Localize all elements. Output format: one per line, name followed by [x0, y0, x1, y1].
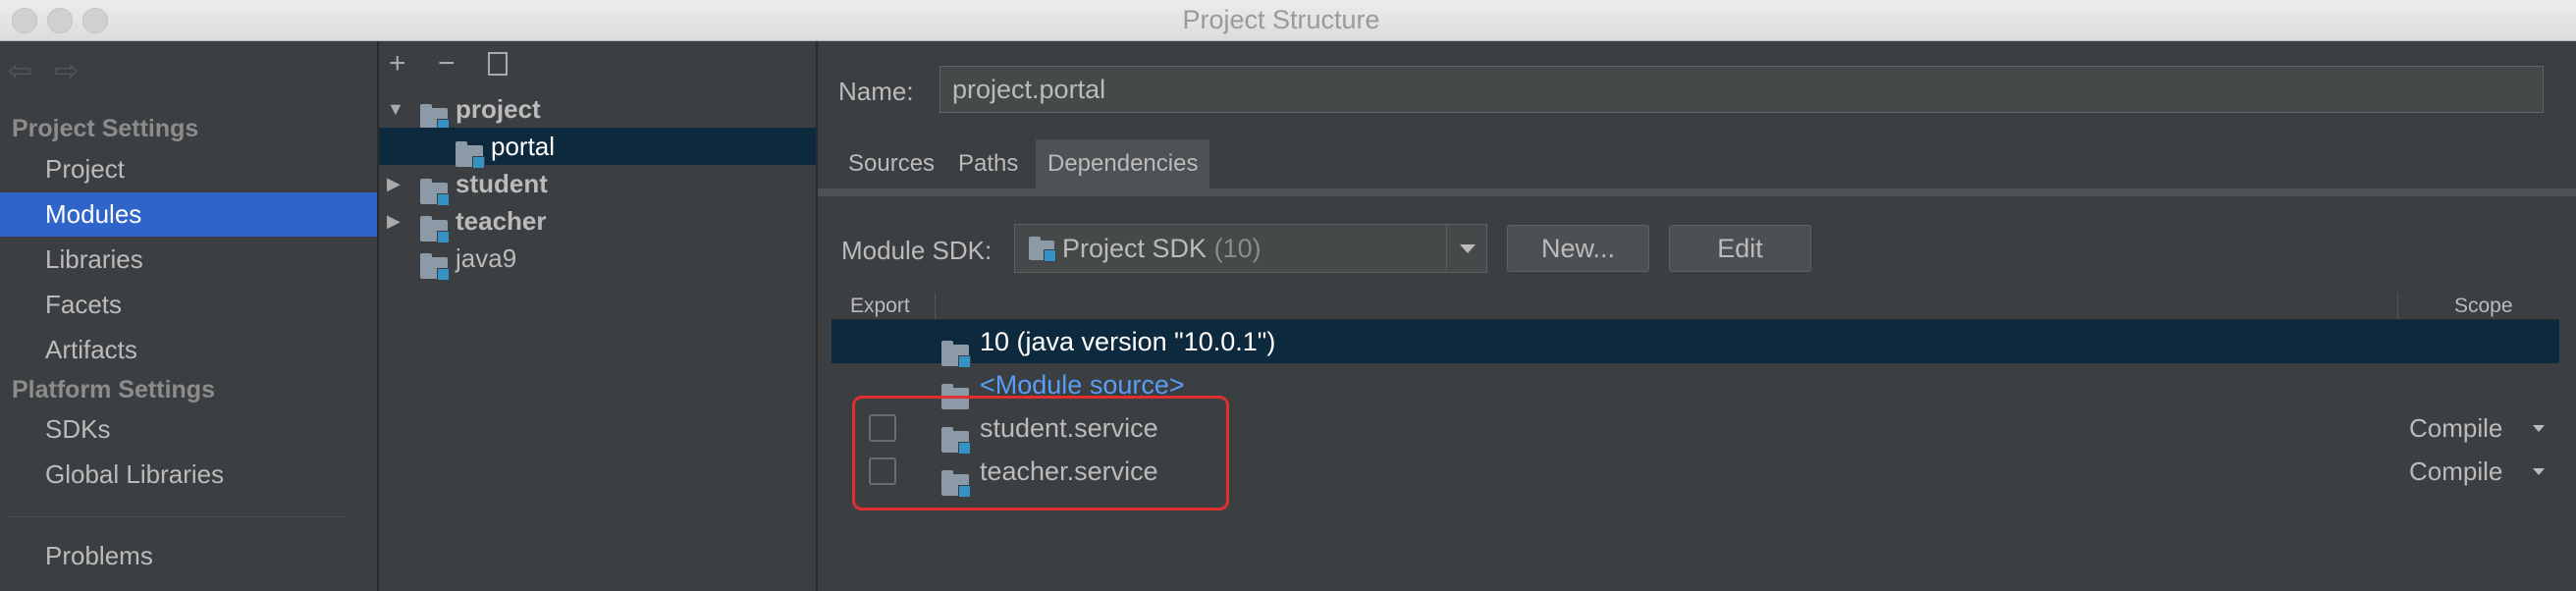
module-folder-icon: [420, 216, 450, 244]
sidebar-item-libraries[interactable]: Libraries: [0, 238, 377, 282]
project-settings-header: Project Settings: [12, 115, 199, 142]
sidebar-item-problems[interactable]: Problems: [0, 534, 377, 578]
tab-sources[interactable]: Sources: [836, 139, 946, 188]
edit-sdk-button[interactable]: Edit: [1669, 225, 1811, 272]
forward-arrow-icon[interactable]: ⇨: [54, 54, 79, 88]
export-column-header[interactable]: Export: [850, 295, 910, 318]
chevron-down-icon[interactable]: [2533, 425, 2545, 432]
tree-node-teacher[interactable]: ▶ teacher: [379, 202, 816, 244]
tab-dependencies[interactable]: Dependencies: [1036, 139, 1210, 188]
remove-module-icon[interactable]: −: [438, 47, 456, 81]
tree-node-java9[interactable]: java9: [379, 240, 816, 282]
tab-strip-underline: [818, 188, 2576, 196]
tree-node-student[interactable]: ▶ student: [379, 165, 816, 207]
sdk-version: (10): [1213, 234, 1261, 263]
chevron-down-icon[interactable]: [1446, 225, 1488, 272]
module-name-field[interactable]: project.portal: [939, 66, 2544, 113]
sidebar-item-global-libraries[interactable]: Global Libraries: [0, 453, 377, 497]
back-arrow-icon[interactable]: ⇦: [8, 54, 32, 88]
sdk-folder-icon: [1029, 236, 1056, 262]
column-separator: [935, 293, 936, 319]
column-separator: [2397, 293, 2398, 319]
dependencies-table-header: [832, 292, 2559, 320]
module-folder-icon: [420, 104, 450, 133]
collapsed-arrow-icon[interactable]: ▶: [387, 165, 401, 202]
sidebar-item-project[interactable]: Project: [0, 147, 377, 191]
module-folder-icon: [420, 253, 450, 282]
new-sdk-button[interactable]: New...: [1507, 225, 1649, 272]
highlight-annotation-box: [852, 396, 1229, 510]
add-module-icon[interactable]: +: [389, 47, 406, 81]
chevron-down-icon[interactable]: [2533, 468, 2545, 475]
expanded-arrow-icon[interactable]: ▼: [387, 90, 404, 128]
sidebar-divider: [10, 516, 344, 517]
sdk-value: Project SDK: [1062, 234, 1208, 263]
scope-dropdown[interactable]: Compile: [2409, 406, 2502, 450]
platform-settings-header: Platform Settings: [12, 376, 215, 403]
tree-node-project[interactable]: ▼ project: [379, 90, 816, 133]
copy-module-icon[interactable]: [488, 52, 508, 76]
sidebar-item-facets[interactable]: Facets: [0, 283, 377, 327]
sidebar-item-artifacts[interactable]: Artifacts: [0, 328, 377, 372]
module-folder-icon: [420, 179, 450, 207]
scope-column-header[interactable]: Scope: [2454, 295, 2513, 318]
module-sdk-dropdown[interactable]: Project SDK (10): [1014, 224, 1487, 273]
tab-paths[interactable]: Paths: [946, 139, 1030, 188]
tree-node-portal[interactable]: portal: [379, 128, 816, 170]
name-label: Name:: [838, 77, 914, 106]
sidebar-item-modules[interactable]: Modules: [0, 192, 377, 237]
collapsed-arrow-icon[interactable]: ▶: [387, 202, 401, 240]
module-sdk-label: Module SDK:: [841, 236, 993, 265]
module-folder-icon: [456, 141, 485, 170]
window-title: Project Structure: [1182, 5, 1380, 34]
sidebar-item-sdks[interactable]: SDKs: [0, 407, 377, 452]
scope-dropdown[interactable]: Compile: [2409, 450, 2502, 493]
table-row[interactable]: 10 (java version "10.0.1"): [832, 320, 2559, 368]
